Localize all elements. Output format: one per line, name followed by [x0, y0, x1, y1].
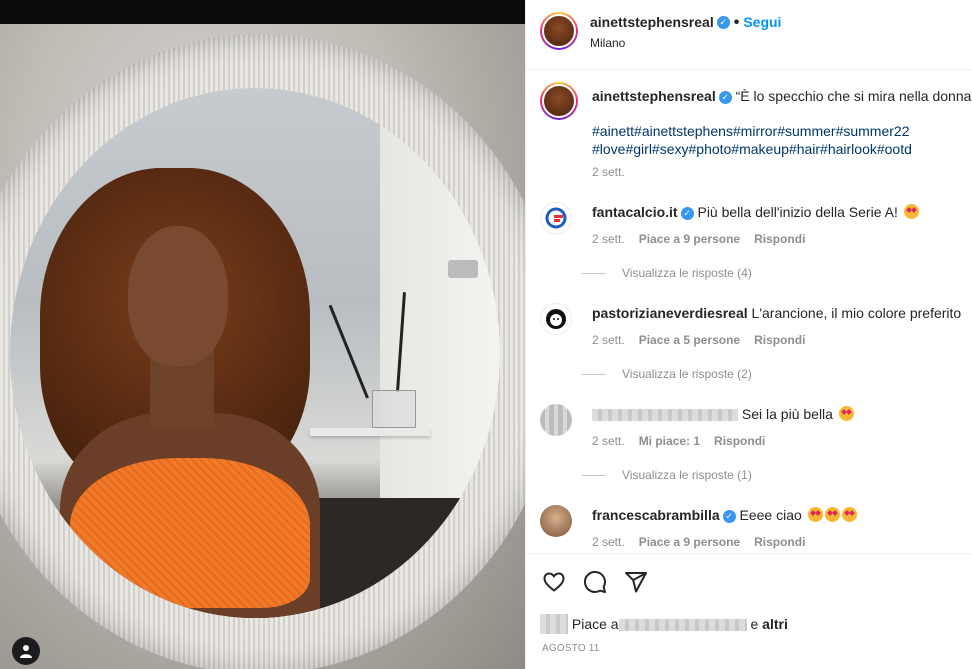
post-media[interactable]: [0, 0, 525, 669]
reply-button[interactable]: Rispondi: [754, 232, 805, 246]
reply-button[interactable]: Rispondi: [714, 434, 765, 448]
verified-badge-icon: ✓: [716, 16, 730, 30]
post-panel: ainettstephensreal ✓ • Segui Milano ainetts…: [525, 0, 972, 669]
comment-likes[interactable]: Piace a 9 persone: [639, 232, 740, 246]
caption-username[interactable]: ainettstephensreal: [592, 88, 716, 104]
caption-timestamp[interactable]: 2 sett.: [592, 165, 625, 179]
post-header: ainettstephensreal ✓ • Segui Milano: [526, 0, 972, 70]
post-date[interactable]: AGOSTO 11: [542, 643, 600, 654]
follow-button[interactable]: Segui: [743, 14, 781, 30]
verified-badge-icon: ✓: [680, 206, 694, 220]
view-replies-button[interactable]: Visualizza le risposte (1): [582, 468, 752, 482]
liker-username-blurred[interactable]: [618, 619, 747, 632]
diffuser-jar: [372, 390, 416, 428]
post-photo: [0, 24, 525, 669]
face: [128, 226, 228, 366]
comment-meta: 2 sett. Piace a 5 persone Rispondi: [592, 333, 819, 347]
fantacalcio-logo-icon: [545, 207, 567, 229]
comment-likes[interactable]: Piace a 5 persone: [639, 333, 740, 347]
comment-likes[interactable]: Mi piace: 1: [639, 434, 700, 448]
comment-body: Sei la più bella: [592, 406, 854, 422]
share-icon[interactable]: [624, 570, 648, 594]
commenter-username[interactable]: fantacalcio.it: [592, 204, 678, 220]
comment-text: Più bella dell'inizio della Serie A!: [697, 204, 898, 220]
view-replies-label: Visualizza le risposte (2): [622, 367, 752, 381]
orange-crochet-top: [70, 458, 310, 608]
commenter-username-blurred[interactable]: [592, 409, 738, 422]
comment-text: Sei la più bella: [741, 406, 833, 422]
commenter-username[interactable]: francescabrambilla: [592, 507, 720, 523]
comment-text: Eeee ciao: [739, 507, 802, 523]
replies-line: [582, 475, 606, 477]
separator-dot: •: [733, 14, 740, 31]
comment-icon[interactable]: [583, 570, 607, 594]
caption-text: “È lo specchio che si mira nella donna”: [735, 88, 972, 104]
heart-eyes-emoji-icon: [841, 507, 857, 522]
verified-badge-icon: ✓: [722, 509, 736, 523]
heart-eyes-emoji-icon: [903, 204, 919, 219]
view-replies-label: Visualizza le risposte (1): [622, 468, 752, 482]
likes-summary: Piace a e altri: [540, 614, 788, 634]
comment-body: francescabrambilla ✓ Eeee ciao: [592, 507, 857, 523]
likes-others-link[interactable]: altri: [762, 616, 788, 632]
post-location[interactable]: Milano: [590, 36, 625, 50]
replies-line: [582, 374, 606, 376]
replies-line: [582, 273, 606, 275]
verified-badge-icon: ✓: [718, 90, 732, 104]
woman-figure: [40, 168, 340, 618]
reply-button[interactable]: Rispondi: [754, 333, 805, 347]
heart-eyes-emoji-icon: [824, 507, 840, 522]
view-replies-label: Visualizza le risposte (4): [622, 266, 752, 280]
author-avatar[interactable]: [540, 12, 578, 50]
comment-body: pastorizianeverdiesreal L'arancione, il …: [592, 305, 961, 321]
cow-logo-icon: [546, 309, 566, 329]
media-top-bar: [0, 0, 525, 24]
likes-suffix: e: [750, 616, 759, 632]
commenter-avatar[interactable]: [540, 202, 572, 234]
comment-meta: 2 sett. Piace a 9 persone Rispondi: [592, 535, 819, 549]
likes-prefix: Piace a: [571, 616, 619, 632]
user-icon: [20, 645, 32, 658]
liker-avatar-blurred[interactable]: [540, 614, 568, 634]
hashtags-line[interactable]: #ainett#ainettstephens#mirror#summer#sum…: [592, 122, 962, 140]
caption: ainettstephensreal ✓ “È lo specchio che s…: [592, 88, 972, 104]
heart-eyes-emoji-icon: [838, 406, 854, 421]
commenter-avatar[interactable]: [540, 303, 572, 335]
post-actions: Piace a e altri AGOSTO 11: [526, 553, 972, 669]
comment-likes[interactable]: Piace a 9 persone: [639, 535, 740, 549]
view-replies-button[interactable]: Visualizza le risposte (2): [582, 367, 752, 381]
comment-time[interactable]: 2 sett.: [592, 535, 625, 549]
comment-time[interactable]: 2 sett.: [592, 232, 625, 246]
comment-time[interactable]: 2 sett.: [592, 434, 625, 448]
hashtags-line[interactable]: #love#girl#sexy#photo#makeup#hair#hairlo…: [592, 140, 962, 158]
author-username[interactable]: ainettstephensreal: [590, 14, 714, 30]
comment-meta: 2 sett. Mi piace: 1 Rispondi: [592, 434, 779, 448]
reply-button[interactable]: Rispondi: [754, 535, 805, 549]
comment-meta: 2 sett. Piace a 9 persone Rispondi: [592, 232, 819, 246]
commenter-avatar-blurred[interactable]: [540, 404, 572, 436]
comment-body: fantacalcio.it ✓ Più bella dell'inizio de…: [592, 204, 919, 220]
caption-hashtags[interactable]: #ainett#ainettstephens#mirror#summer#sum…: [592, 122, 962, 158]
commenter-username[interactable]: pastorizianeverdiesreal: [592, 305, 748, 321]
view-replies-button[interactable]: Visualizza le risposte (4): [582, 266, 752, 280]
mirror-reflection: [10, 88, 500, 618]
comment-time[interactable]: 2 sett.: [592, 333, 625, 347]
heart-icon[interactable]: [542, 570, 566, 594]
caption-author-avatar[interactable]: [540, 82, 578, 120]
heart-eyes-emoji-icon: [807, 507, 823, 522]
tagged-users-button[interactable]: [12, 637, 40, 665]
faucet: [448, 260, 478, 278]
commenter-avatar[interactable]: [540, 505, 572, 537]
comment-text: L'arancione, il mio colore preferito: [751, 305, 962, 321]
